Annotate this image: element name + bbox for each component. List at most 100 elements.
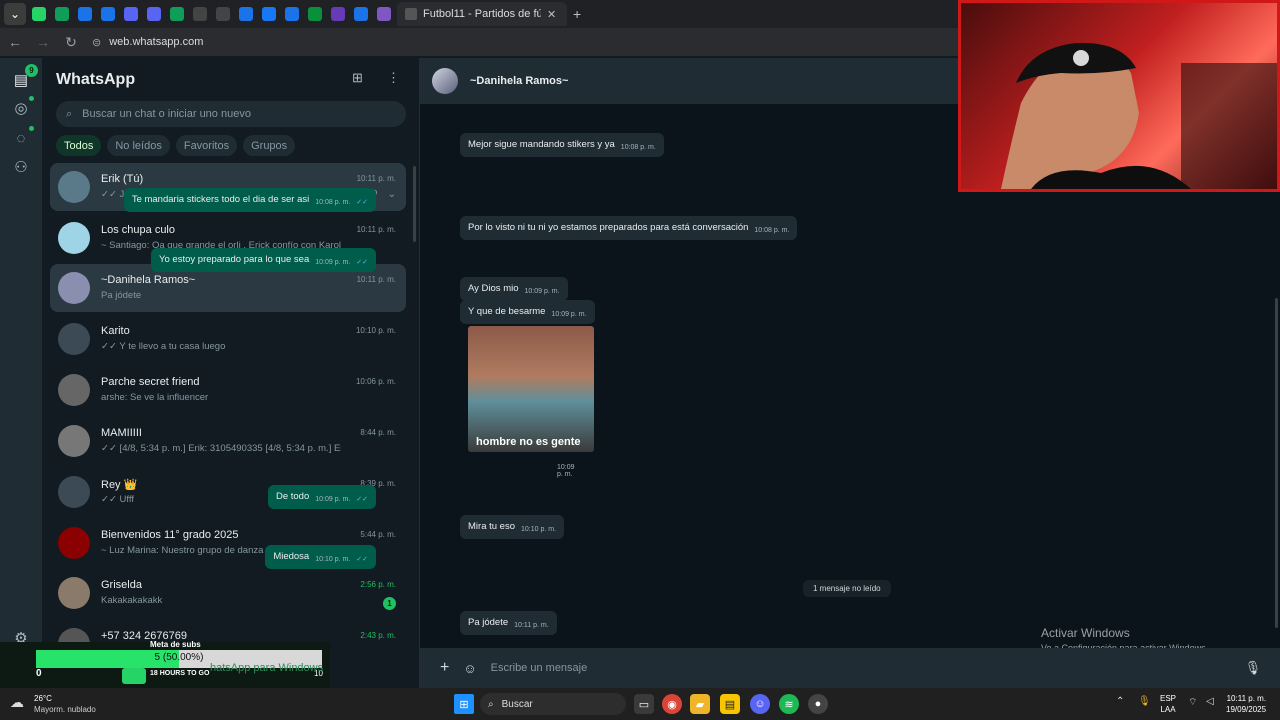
conversation-scrollbar[interactable]: [1275, 298, 1278, 628]
chrome-icon[interactable]: ◉: [662, 694, 682, 714]
sticker-icon[interactable]: ☺: [463, 661, 476, 676]
subs-time-left: 18 HOURS TO GO: [150, 670, 210, 677]
chat-name: Parche secret friend: [101, 376, 200, 388]
weather-icon[interactable]: ☁: [10, 694, 30, 714]
whatsapp-windows-banner: hatsApp para Windows: [210, 662, 324, 674]
sticky-notes-icon[interactable]: ▤: [720, 694, 740, 714]
communities-icon[interactable]: ⚇: [11, 157, 31, 177]
close-tab-icon[interactable]: ✕: [547, 8, 556, 21]
taskbar-search-label: Buscar: [501, 698, 533, 710]
chat-row[interactable]: MAMIIIII ✓✓ [4/8, 5:34 p. m.] Erik: 31054…: [50, 417, 406, 465]
chat-row[interactable]: Karito ✓✓ Y te llevo a tu casa luego 10:10…: [50, 315, 406, 363]
taskbar-search[interactable]: ⌕ Buscar: [480, 693, 626, 715]
pinned-tab-15-favicon-icon[interactable]: [377, 7, 391, 21]
task-view-icon[interactable]: ▭: [634, 694, 654, 714]
site-info-icon[interactable]: ⊜: [92, 36, 101, 49]
pinned-tab-8-favicon-icon[interactable]: [216, 7, 230, 21]
pinned-tab-5-favicon-icon[interactable]: [147, 7, 161, 21]
status-dot: [29, 96, 34, 101]
outgoing-message[interactable]: De todo 10:09 p. m. ✓✓: [267, 485, 376, 509]
pinned-tab-9-favicon-icon[interactable]: [239, 7, 253, 21]
clock[interactable]: 10:11 p. m. 19/09/2025: [1226, 693, 1266, 715]
pinned-tab-6-favicon-icon[interactable]: [170, 7, 184, 21]
channels-icon[interactable]: ◌: [11, 128, 31, 148]
volume-icon[interactable]: ◁: [1206, 696, 1214, 707]
new-tab-icon[interactable]: +: [573, 6, 581, 22]
search-icon: ⌕: [66, 107, 73, 120]
filter-all[interactable]: Todos: [56, 135, 102, 156]
microphone-icon[interactable]: 🎙: [1245, 660, 1262, 676]
weather-temp[interactable]: 26°C: [34, 694, 52, 703]
incoming-message[interactable]: Ay Dios mio 10:09 p. m.: [460, 277, 568, 301]
pinned-tab-0-favicon-icon[interactable]: [32, 7, 46, 21]
incoming-message[interactable]: Por lo visto ni tu ni yo estamos prepara…: [460, 216, 798, 240]
pinned-tab-3-favicon-icon[interactable]: [101, 7, 115, 21]
message-text: De todo: [275, 491, 310, 502]
pinned-tab-2-favicon-icon[interactable]: [78, 7, 92, 21]
tray-chevron-icon[interactable]: ⌃: [1116, 696, 1124, 707]
incoming-message[interactable]: Mejor sigue mandando stikers y ya 10:08 p…: [460, 133, 664, 157]
active-tab[interactable]: Futbol11 - Partidos de fútbol d ✕: [397, 2, 567, 26]
language-indicator[interactable]: ESP LAA: [1160, 693, 1176, 715]
outgoing-message[interactable]: Miedosa 10:10 p. m. ✓✓: [265, 545, 376, 569]
chevron-down-icon[interactable]: ⌄: [388, 189, 396, 200]
message-input[interactable]: Escribe un mensaje: [491, 662, 1231, 674]
chat-avatar: [58, 222, 90, 254]
sticker-image[interactable]: hombre no es gente: [468, 326, 594, 452]
obs-icon[interactable]: ●: [808, 694, 828, 714]
message-time: 10:09 p. m.: [315, 259, 351, 266]
incoming-message[interactable]: Mira tu eso 10:10 p. m.: [460, 515, 565, 539]
weather-desc[interactable]: Mayorm. nublado: [34, 705, 96, 714]
back-icon[interactable]: ←: [8, 34, 22, 50]
message-text: Te mandaria stickers todo el dia de ser …: [131, 194, 310, 205]
chat-time: 10:06 p. m.: [355, 377, 396, 386]
start-icon[interactable]: ⊞: [454, 694, 474, 714]
outgoing-message[interactable]: Yo estoy preparado para lo que sea 10:09 …: [151, 248, 376, 272]
pinned-tab-1-favicon-icon[interactable]: [55, 7, 69, 21]
spotify-icon[interactable]: ≋: [779, 694, 799, 714]
tab-list-button[interactable]: ⌄: [4, 3, 26, 25]
attach-icon[interactable]: +: [440, 659, 449, 677]
pinned-tab-7-favicon-icon[interactable]: [193, 7, 207, 21]
discord-icon[interactable]: ☺: [750, 694, 770, 714]
chat-preview: arshe: Se ve la influencer: [101, 392, 209, 403]
outgoing-message[interactable]: Te mandaria stickers todo el dia de ser …: [123, 188, 376, 212]
incoming-message[interactable]: Y que de besarme 10:09 p. m.: [460, 300, 595, 324]
reload-icon[interactable]: ↻: [64, 34, 78, 51]
chat-name: ~Danihela Ramos~: [101, 274, 196, 286]
file-explorer-icon[interactable]: ▰: [690, 694, 710, 714]
chat-row[interactable]: Griselda Kakakakakakk 2:56 p. m. 1: [50, 569, 406, 617]
pinned-tab-11-favicon-icon[interactable]: [285, 7, 299, 21]
chat-time: 10:10 p. m.: [355, 326, 396, 335]
status-icon[interactable]: ◎: [11, 98, 31, 118]
forward-icon[interactable]: →: [36, 34, 50, 50]
pinned-tab-13-favicon-icon[interactable]: [331, 7, 345, 21]
pinned-tab-12-favicon-icon[interactable]: [308, 7, 322, 21]
pinned-tab-10-favicon-icon[interactable]: [262, 7, 276, 21]
address-bar[interactable]: ⊜ web.whatsapp.com: [92, 36, 203, 49]
pinned-tabs: [32, 7, 391, 21]
chat-preview: Kakakakakakk: [101, 595, 163, 606]
unread-badge: 9: [25, 64, 38, 77]
message-text: Pa jódete: [468, 617, 509, 628]
menu-icon[interactable]: ⋮: [387, 70, 400, 86]
taskbar-search-icon: ⌕: [488, 698, 494, 710]
wifi-icon[interactable]: ⌔: [1188, 696, 1197, 709]
message-time: 10:11 p. m.: [514, 622, 549, 629]
mic-tray-icon[interactable]: 🎙: [1138, 696, 1151, 707]
pinned-tab-14-favicon-icon[interactable]: [354, 7, 368, 21]
chat-time: 10:11 p. m.: [356, 225, 396, 234]
search-input[interactable]: ⌕ Buscar un chat o iniciar uno nuevo: [56, 101, 406, 127]
new-chat-icon[interactable]: ⊞: [352, 70, 363, 86]
chat-time: 5:44 p. m.: [360, 530, 396, 539]
incoming-message[interactable]: Pa jódete 10:11 p. m.: [460, 611, 557, 635]
search-placeholder: Buscar un chat o iniciar uno nuevo: [82, 108, 251, 120]
filter-groups[interactable]: Grupos: [243, 135, 296, 156]
pinned-tab-4-favicon-icon[interactable]: [124, 7, 138, 21]
chat-row[interactable]: Parche secret friend arshe: Se ve la infl…: [50, 366, 406, 414]
chat-list-scrollbar[interactable]: [413, 166, 416, 242]
chat-preview: Pa jódete: [101, 290, 142, 301]
filter-favorites[interactable]: Favoritos: [175, 135, 238, 156]
contact-avatar[interactable]: [432, 68, 458, 94]
filter-unread[interactable]: No leídos: [107, 135, 170, 156]
